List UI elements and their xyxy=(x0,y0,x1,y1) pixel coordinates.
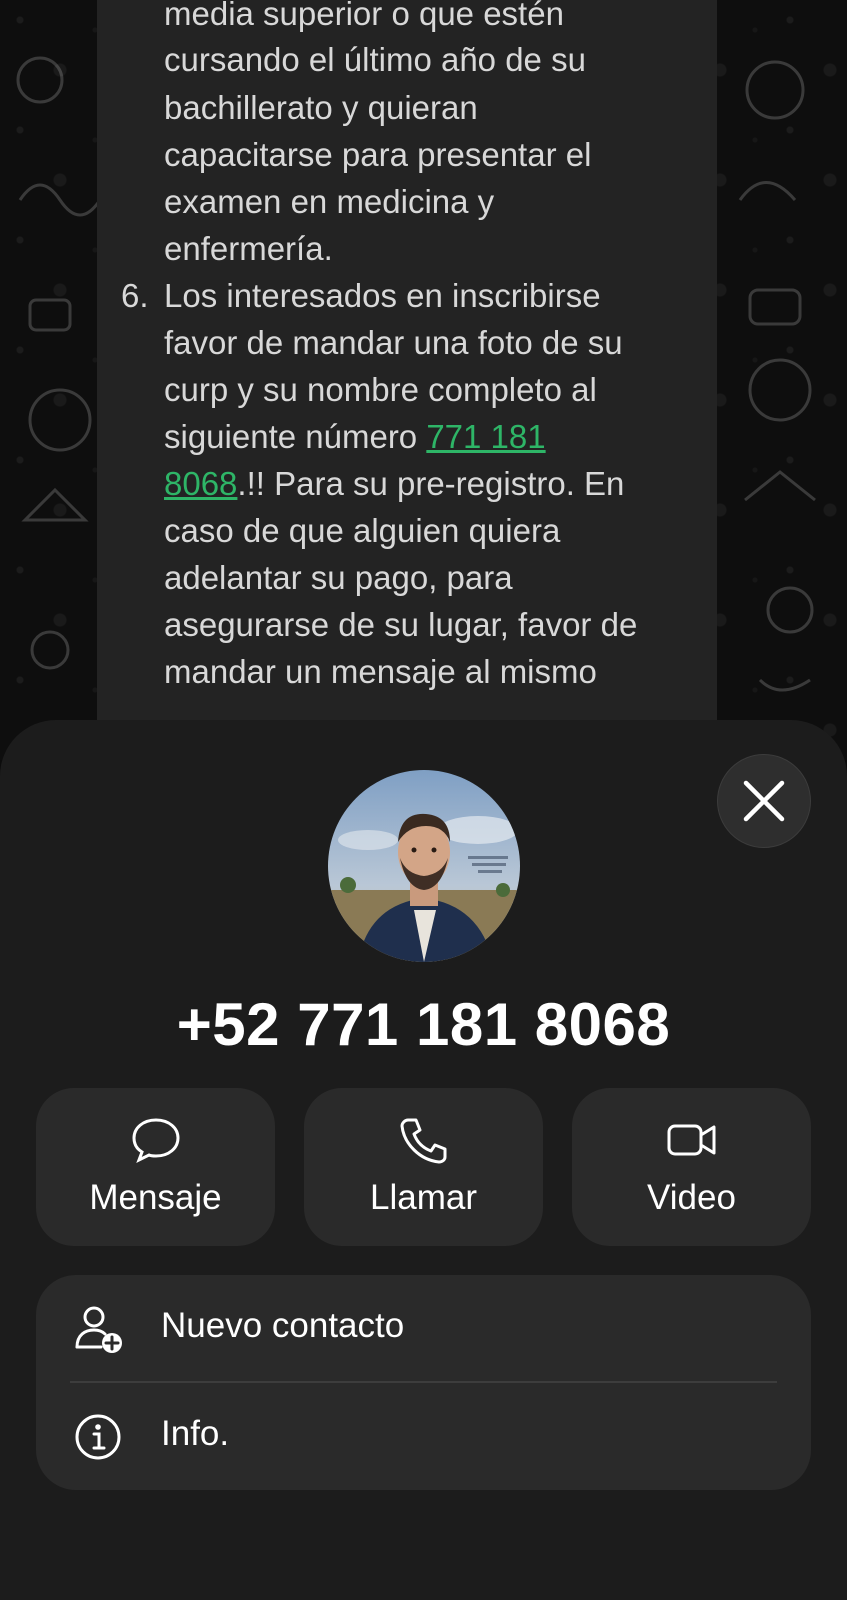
message-line: curp y su nombre completo al xyxy=(164,371,597,408)
avatar[interactable] xyxy=(328,770,520,962)
message-line: caso de que alguien quiera xyxy=(164,512,561,549)
message-line: siguiente número 771 181 xyxy=(164,413,546,461)
list-number: 6. xyxy=(121,277,149,314)
message-bubble: media superior o que estén cursando el ú… xyxy=(97,0,717,750)
message-button-label: Mensaje xyxy=(89,1178,222,1217)
video-camera-icon xyxy=(667,1124,715,1156)
video-button[interactable]: Video xyxy=(572,1088,811,1246)
message-button[interactable]: Mensaje xyxy=(36,1088,275,1246)
message-line: cursando el último año de su xyxy=(164,41,586,78)
contact-phone-number: +52 771 181 8068 xyxy=(176,991,671,1058)
message-line: media superior o que estén xyxy=(164,0,564,32)
phone-icon xyxy=(400,1118,446,1164)
call-button-label: Llamar xyxy=(370,1178,477,1217)
call-button[interactable]: Llamar xyxy=(304,1088,543,1246)
add-contact-icon xyxy=(75,1306,122,1353)
message-line: bachillerato y quieran xyxy=(164,89,478,126)
info-label: Info. xyxy=(161,1414,230,1453)
info-option[interactable]: Info. xyxy=(36,1383,811,1490)
close-icon xyxy=(743,780,785,822)
message-line: capacitarse para presentar el xyxy=(164,136,592,173)
message-text-fragment: siguiente número xyxy=(164,418,427,455)
phone-number-link[interactable]: 8068 xyxy=(164,465,237,502)
phone-number-link[interactable]: 771 181 xyxy=(426,418,545,455)
new-contact-option[interactable]: Nuevo contacto xyxy=(36,1275,811,1383)
message-line: enfermería. xyxy=(164,230,333,267)
info-icon xyxy=(75,1414,121,1460)
message-line: asegurarse de su lugar, favor de xyxy=(164,606,638,643)
message-line: 8068.!! Para su pre-registro. En xyxy=(164,460,624,508)
message-line: Los interesados en inscribirse xyxy=(164,277,601,314)
avatar-photo xyxy=(328,770,520,962)
chat-bubble-icon xyxy=(131,1118,180,1164)
video-button-label: Video xyxy=(647,1178,736,1217)
message-text-fragment: .!! Para su pre-registro. En xyxy=(237,465,625,502)
new-contact-label: Nuevo contacto xyxy=(161,1306,405,1345)
message-line: adelantar su pago, para xyxy=(164,559,513,596)
message-line: favor de mandar una foto de su xyxy=(164,324,623,361)
contact-options: Nuevo contacto Info. xyxy=(36,1275,811,1490)
message-line: examen en medicina y xyxy=(164,183,495,220)
message-line: mandar un mensaje al mismo xyxy=(164,653,597,690)
close-button[interactable] xyxy=(717,754,811,848)
